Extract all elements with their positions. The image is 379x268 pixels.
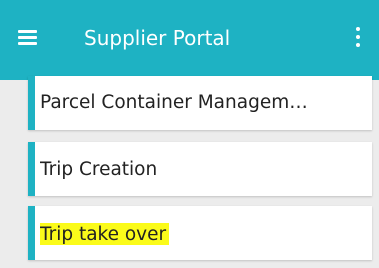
list-item-label: Parcel Container Managem… <box>40 92 308 113</box>
list-item-label: Trip take over <box>40 223 170 247</box>
app-bar: Supplier Portal <box>0 0 379 80</box>
app-screen: Supplier Portal Parcel Container Managem… <box>0 0 379 268</box>
app-title: Supplier Portal <box>84 26 231 50</box>
card-accent-bar <box>28 206 35 260</box>
list-item-trip-creation[interactable]: Trip Creation <box>28 142 372 196</box>
text-highlight: Trip take over <box>40 223 170 245</box>
list-item-trip-take-over[interactable]: Trip take over <box>28 206 372 260</box>
hamburger-menu-icon[interactable] <box>18 30 37 45</box>
card-accent-bar <box>28 76 35 130</box>
card-accent-bar <box>28 142 35 196</box>
list-item-parcel-container-management[interactable]: Parcel Container Managem… <box>28 76 372 130</box>
more-vertical-icon[interactable] <box>352 27 364 49</box>
list-item-label: Trip Creation <box>40 159 158 180</box>
